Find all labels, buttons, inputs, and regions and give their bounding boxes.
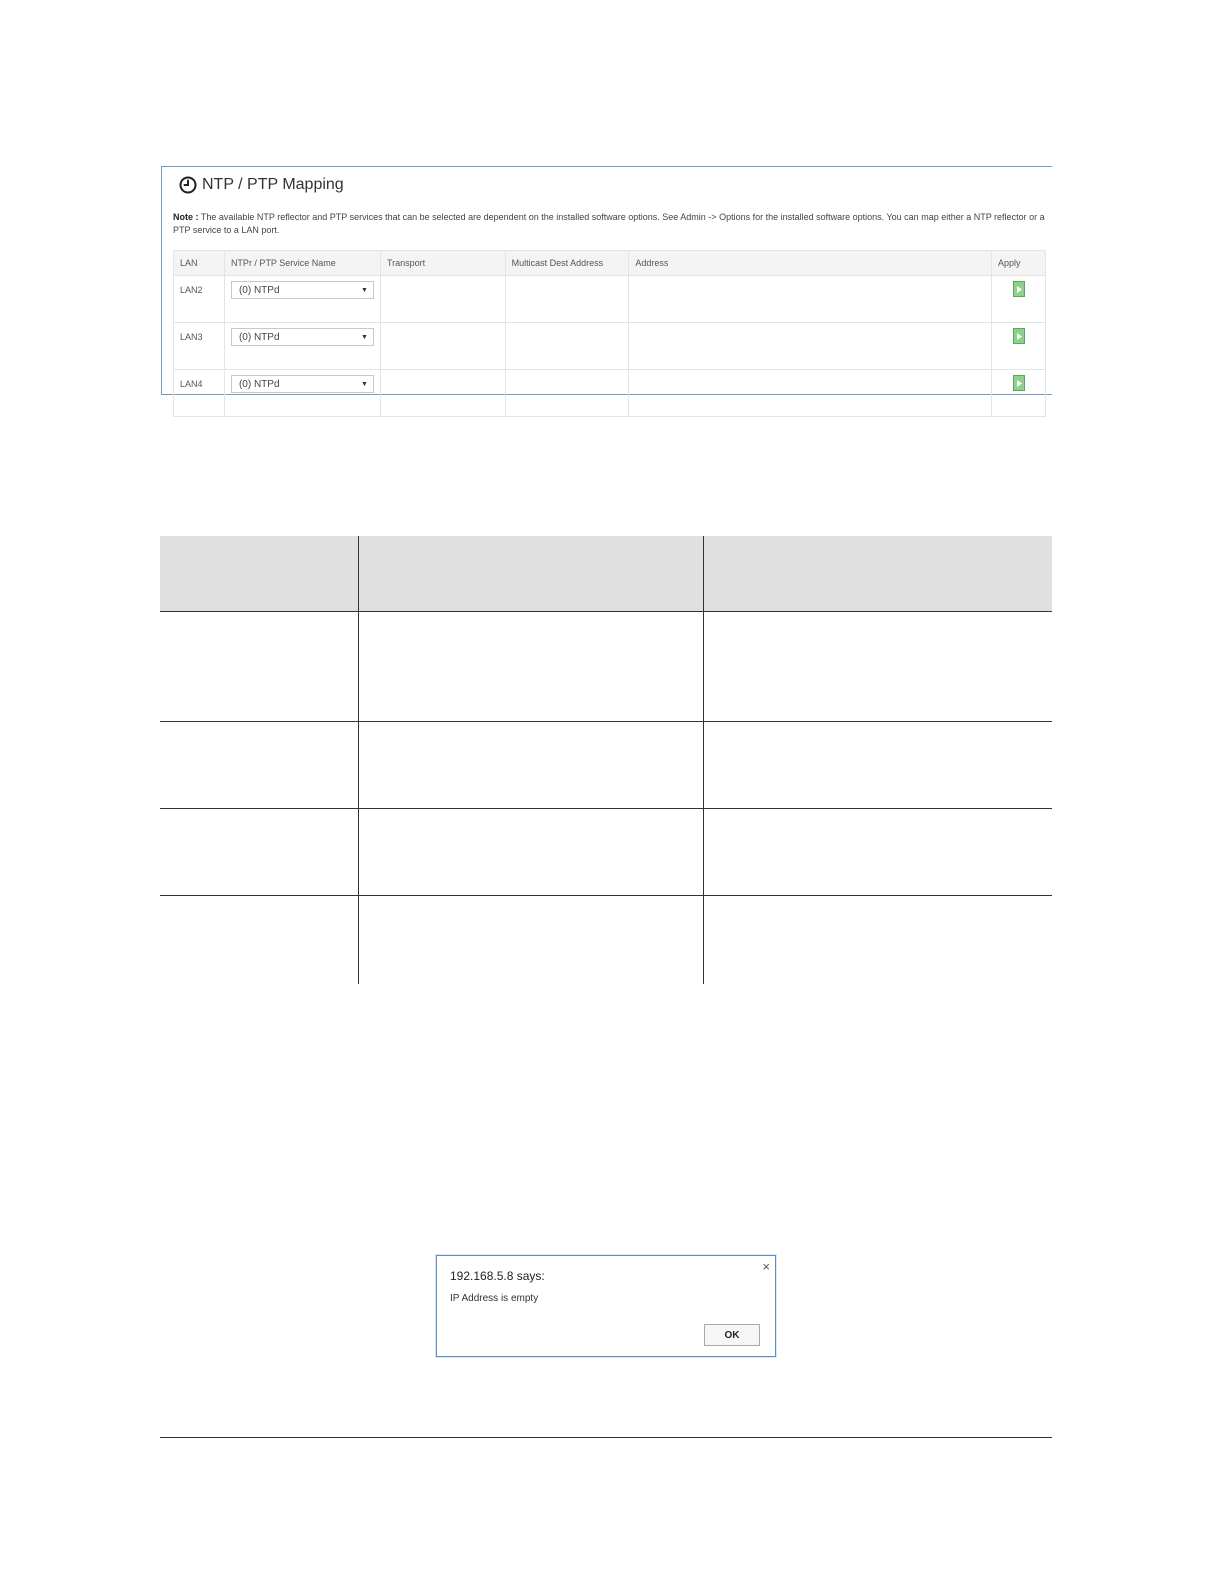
address-cell (628, 275, 993, 323)
address-cell (628, 369, 993, 417)
lan-cell: LAN3 (173, 322, 225, 370)
multicast-cell (504, 275, 630, 323)
apply-cell (991, 322, 1046, 370)
clock-icon (179, 176, 197, 194)
panel-header: NTP / PTP Mapping (179, 173, 344, 197)
apply-button[interactable] (1012, 281, 1025, 297)
service-cell: (0) NTPd ▼ (223, 322, 381, 370)
column-header-lan: LAN (173, 250, 225, 276)
note-label: Note : (173, 212, 199, 222)
service-cell: (0) NTPd ▼ (223, 275, 381, 323)
service-select-value: (0) NTPd (238, 284, 280, 296)
chevron-down-icon: ▼ (361, 286, 368, 294)
column-header-service-name: NTPr / PTP Service Name (223, 250, 381, 276)
table-rule (160, 895, 1052, 896)
lan-cell: LAN2 (173, 275, 225, 323)
service-select[interactable]: (0) NTPd ▼ (230, 281, 374, 299)
table-rule (160, 721, 1052, 722)
footer-rule (160, 1437, 1052, 1438)
column-header-apply: Apply (991, 250, 1046, 276)
lan-mapping-table: LAN NTPr / PTP Service Name Transport Mu… (173, 250, 1046, 417)
table-row: LAN4 (0) NTPd ▼ (173, 369, 1046, 417)
page-title: NTP / PTP Mapping (202, 176, 344, 193)
column-divider (358, 536, 359, 984)
service-select-value: (0) NTPd (238, 331, 280, 343)
apply-cell (991, 369, 1046, 417)
parameter-table (160, 536, 1052, 984)
service-select[interactable]: (0) NTPd ▼ (230, 375, 374, 393)
table-rule (160, 808, 1052, 809)
lan-cell: LAN4 (173, 369, 225, 417)
dialog-title: 192.168.5.8 says: (450, 1269, 545, 1283)
address-cell (628, 322, 993, 370)
apply-arrow-icon (1016, 333, 1022, 340)
service-cell: (0) NTPd ▼ (223, 369, 381, 417)
transport-cell (379, 275, 506, 323)
chevron-down-icon: ▼ (361, 380, 368, 388)
multicast-cell (504, 322, 630, 370)
service-select[interactable]: (0) NTPd ▼ (230, 328, 374, 346)
table-rule (160, 611, 1052, 612)
multicast-cell (504, 369, 630, 417)
transport-cell (379, 322, 506, 370)
column-header-multicast-dest-address: Multicast Dest Address (504, 250, 630, 276)
chevron-down-icon: ▼ (361, 333, 368, 341)
note-body: The available NTP reflector and PTP serv… (173, 212, 1045, 235)
alert-dialog: 192.168.5.8 says: IP Address is empty × … (436, 1255, 776, 1357)
ok-button[interactable]: OK (704, 1324, 760, 1346)
service-select-value: (0) NTPd (238, 378, 280, 390)
column-header-address: Address (628, 250, 993, 276)
transport-cell (379, 369, 506, 417)
table-row: LAN2 (0) NTPd ▼ (173, 275, 1046, 323)
ntp-ptp-mapping-panel: NTP / PTP Mapping Note : The available N… (161, 166, 1052, 417)
dialog-message: IP Address is empty (450, 1293, 539, 1304)
apply-button[interactable] (1012, 375, 1025, 391)
table-header-row: LAN NTPr / PTP Service Name Transport Mu… (173, 250, 1046, 276)
apply-cell (991, 275, 1046, 323)
column-divider (703, 536, 704, 984)
table-header-band (160, 536, 1052, 611)
apply-button[interactable] (1012, 328, 1025, 344)
table-row: LAN3 (0) NTPd ▼ (173, 322, 1046, 370)
column-header-transport: Transport (379, 250, 506, 276)
apply-arrow-icon (1016, 286, 1022, 293)
note-text: Note : The available NTP reflector and P… (173, 211, 1045, 237)
apply-arrow-icon (1016, 380, 1022, 387)
close-icon[interactable]: × (762, 1259, 770, 1275)
